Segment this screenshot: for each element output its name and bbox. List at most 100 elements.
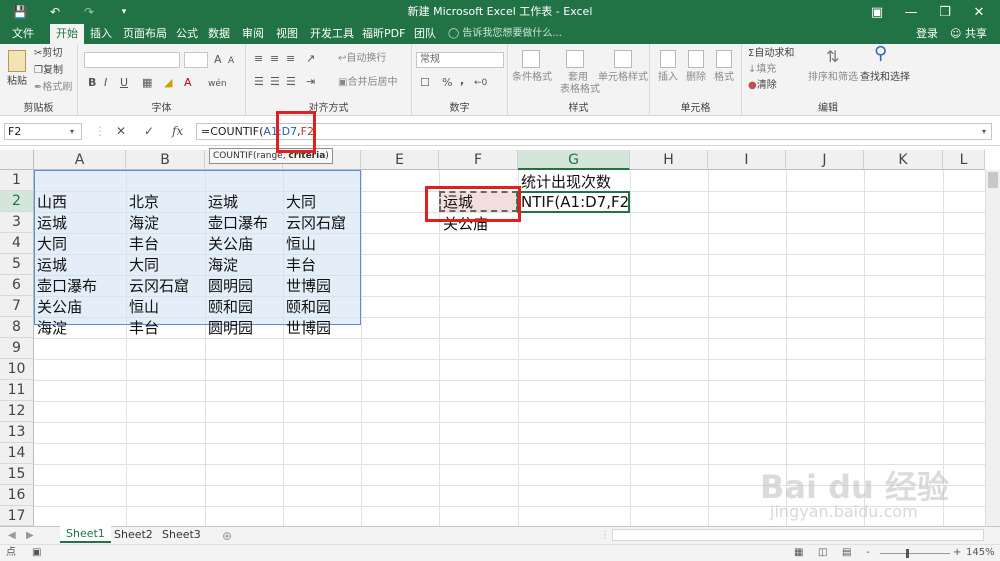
sheet-tab-sheet2[interactable]: Sheet2: [108, 527, 159, 544]
conditional-format-icon[interactable]: [522, 50, 540, 68]
cell-styles-button[interactable]: 单元格样式: [598, 71, 648, 85]
fill-button[interactable]: ↓填充: [748, 63, 776, 77]
cell-d1[interactable]: 大同: [283, 192, 316, 213]
close-icon[interactable]: ✕: [962, 0, 996, 24]
normal-view-icon[interactable]: ▦: [794, 545, 803, 561]
row-header-17[interactable]: 17: [0, 506, 34, 526]
ribbon-display-icon[interactable]: ▣: [860, 0, 894, 24]
restore-icon[interactable]: ❐: [928, 0, 962, 24]
sheet-tab-sheet3[interactable]: Sheet3: [156, 527, 207, 544]
cell-b5[interactable]: 云冈石窟: [126, 276, 189, 297]
page-break-view-icon[interactable]: ▤: [842, 545, 851, 561]
align-right-icon[interactable]: ☰: [286, 75, 296, 89]
next-sheet-icon[interactable]: ▶: [26, 528, 34, 544]
vertical-scrollbar[interactable]: [985, 170, 1000, 526]
align-left-icon[interactable]: ☰: [254, 75, 264, 89]
tab-data[interactable]: 数据: [202, 24, 236, 44]
bold-button[interactable]: B: [88, 76, 96, 90]
align-center-icon[interactable]: ☰: [270, 75, 280, 89]
row-header-3[interactable]: 3: [0, 212, 34, 233]
cell-a3[interactable]: 大同: [34, 234, 67, 255]
decrease-font-button[interactable]: A: [228, 54, 234, 68]
tab-insert[interactable]: 插入: [84, 24, 118, 44]
sign-in-link[interactable]: 登录: [916, 24, 938, 44]
font-size-combo[interactable]: [184, 52, 208, 68]
tab-developer[interactable]: 开发工具: [304, 24, 360, 44]
find-select-button[interactable]: 查找和选择: [860, 71, 910, 85]
column-header-a[interactable]: A: [34, 150, 126, 170]
cell-a4[interactable]: 运城: [34, 255, 67, 276]
scroll-thumb[interactable]: [988, 172, 998, 188]
zoom-in-button[interactable]: +: [953, 545, 961, 561]
cell-c1[interactable]: 运城: [205, 192, 238, 213]
row-header-15[interactable]: 15: [0, 464, 34, 485]
delete-cells-icon[interactable]: [688, 50, 704, 68]
table-format-icon[interactable]: [566, 50, 584, 68]
select-all-corner[interactable]: [0, 150, 34, 170]
cell-d4[interactable]: 丰台: [283, 255, 316, 276]
column-header-l[interactable]: L: [943, 150, 985, 170]
minimize-icon[interactable]: —: [894, 0, 928, 24]
expand-formula-icon[interactable]: ▾: [982, 123, 986, 140]
cell-c5[interactable]: 圆明园: [205, 276, 253, 297]
format-cells-icon[interactable]: [716, 50, 732, 68]
font-name-combo[interactable]: [84, 52, 180, 68]
row-header-9[interactable]: 9: [0, 338, 34, 359]
percent-button[interactable]: %: [442, 76, 452, 90]
cell-d3[interactable]: 恒山: [283, 234, 316, 255]
row-header-16[interactable]: 16: [0, 485, 34, 506]
name-box-dropdown-icon[interactable]: ▾: [70, 123, 74, 140]
cell-b6[interactable]: 恒山: [126, 297, 159, 318]
prev-sheet-icon[interactable]: ◀: [8, 528, 16, 544]
cell-c6[interactable]: 颐和园: [205, 297, 253, 318]
comma-button[interactable]: ,: [460, 74, 464, 88]
cell-b3[interactable]: 丰台: [126, 234, 159, 255]
tell-me-input[interactable]: ◯ 告诉我您想要做什么...: [448, 24, 562, 44]
column-header-i[interactable]: I: [708, 150, 786, 170]
insert-function-icon[interactable]: fx: [172, 123, 183, 140]
row-header-8[interactable]: 8: [0, 317, 34, 338]
indent-icon[interactable]: ⇥: [306, 75, 315, 89]
tab-review[interactable]: 审阅: [236, 24, 270, 44]
sort-filter-button[interactable]: 排序和筛选: [808, 71, 858, 85]
cell-d5[interactable]: 世博园: [283, 276, 331, 297]
underline-button[interactable]: U: [120, 76, 128, 90]
cell-b2[interactable]: 海淀: [126, 213, 159, 234]
cut-button[interactable]: ✂剪切: [34, 47, 62, 61]
currency-icon[interactable]: ☐: [420, 76, 430, 90]
decimal-icon[interactable]: ←0: [474, 76, 487, 90]
cell-c2[interactable]: 壶口瀑布: [205, 213, 268, 234]
zoom-slider[interactable]: [880, 553, 950, 554]
border-icon[interactable]: ▦: [142, 76, 152, 90]
row-header-14[interactable]: 14: [0, 443, 34, 464]
merge-center-button[interactable]: ▣合并后居中: [338, 76, 397, 90]
cell-g1[interactable]: 统计出现次数: [518, 172, 611, 193]
cell-c4[interactable]: 海淀: [205, 255, 238, 276]
cell-c3[interactable]: 关公庙: [205, 234, 253, 255]
column-header-k[interactable]: K: [864, 150, 943, 170]
row-header-4[interactable]: 4: [0, 233, 34, 254]
autosum-button[interactable]: Σ自动求和: [748, 47, 794, 61]
row-header-1[interactable]: 1: [0, 170, 34, 191]
cell-g2-editing[interactable]: NTIF(A1:D7,F2: [518, 193, 629, 212]
increase-font-button[interactable]: A: [214, 53, 222, 67]
number-format-combo[interactable]: 常规: [416, 52, 504, 68]
orientation-icon[interactable]: ↗: [306, 52, 315, 66]
enter-check-icon[interactable]: ✓: [144, 123, 154, 140]
sheet-tab-sheet1[interactable]: Sheet1: [60, 526, 111, 543]
zoom-out-button[interactable]: -: [866, 545, 870, 561]
align-bottom-icon[interactable]: ≡: [286, 52, 295, 66]
tab-view[interactable]: 视图: [270, 24, 304, 44]
format-painter-button[interactable]: ✒格式刷: [34, 81, 72, 95]
clear-button[interactable]: ●清除: [748, 79, 777, 93]
cell-a1[interactable]: 山西: [34, 192, 67, 213]
tab-foxit-pdf[interactable]: 福昕PDF: [356, 24, 411, 44]
align-top-icon[interactable]: ≡: [254, 52, 263, 66]
cell-a7[interactable]: 海淀: [34, 318, 67, 339]
column-header-h[interactable]: H: [630, 150, 708, 170]
conditional-format-button[interactable]: 条件格式: [512, 71, 552, 85]
row-header-13[interactable]: 13: [0, 422, 34, 443]
add-sheet-icon[interactable]: ⊕: [222, 528, 232, 544]
macro-record-icon[interactable]: ▣: [32, 545, 41, 561]
copy-button[interactable]: ❐复制: [34, 64, 63, 78]
